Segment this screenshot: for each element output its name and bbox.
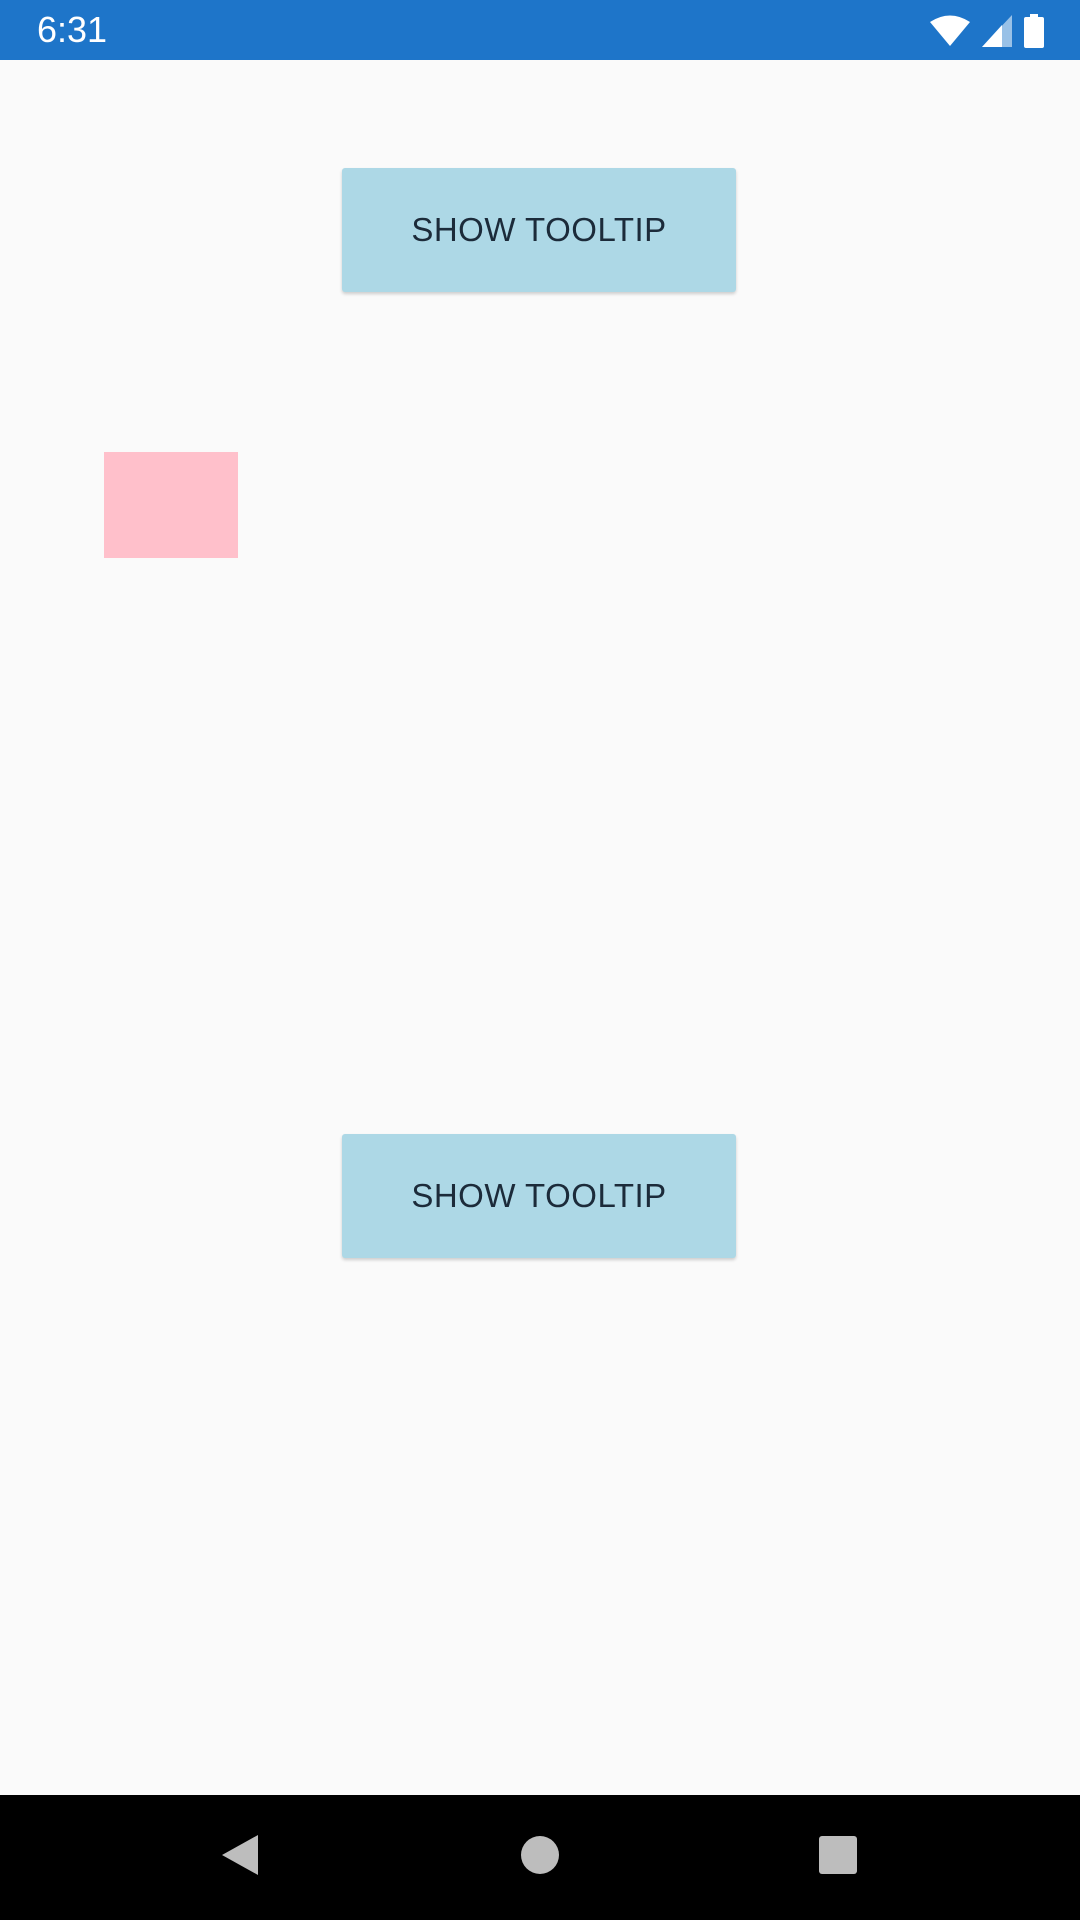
back-icon: [220, 1833, 260, 1882]
status-icons: [930, 14, 1044, 48]
wifi-icon: [930, 15, 970, 47]
screen: 6:31 SHOW TOOLTIP SHOW TOOLTIP: [0, 0, 1080, 1920]
recents-icon: [818, 1835, 858, 1880]
cell-signal-icon: [982, 15, 1012, 47]
status-time: 6:31: [37, 9, 108, 50]
nav-home-button[interactable]: [470, 1795, 610, 1920]
nav-back-button[interactable]: [170, 1795, 310, 1920]
show-tooltip-button-bottom[interactable]: SHOW TOOLTIP: [342, 1134, 736, 1258]
show-tooltip-button-top[interactable]: SHOW TOOLTIP: [342, 168, 736, 292]
pink-box: [104, 452, 238, 558]
nav-recents-button[interactable]: [768, 1795, 908, 1920]
content-area: SHOW TOOLTIP SHOW TOOLTIP: [0, 60, 1080, 1795]
status-bar: 6:31: [0, 0, 1080, 60]
battery-icon: [1024, 14, 1044, 48]
home-icon: [520, 1835, 560, 1880]
navigation-bar: [0, 1795, 1080, 1920]
